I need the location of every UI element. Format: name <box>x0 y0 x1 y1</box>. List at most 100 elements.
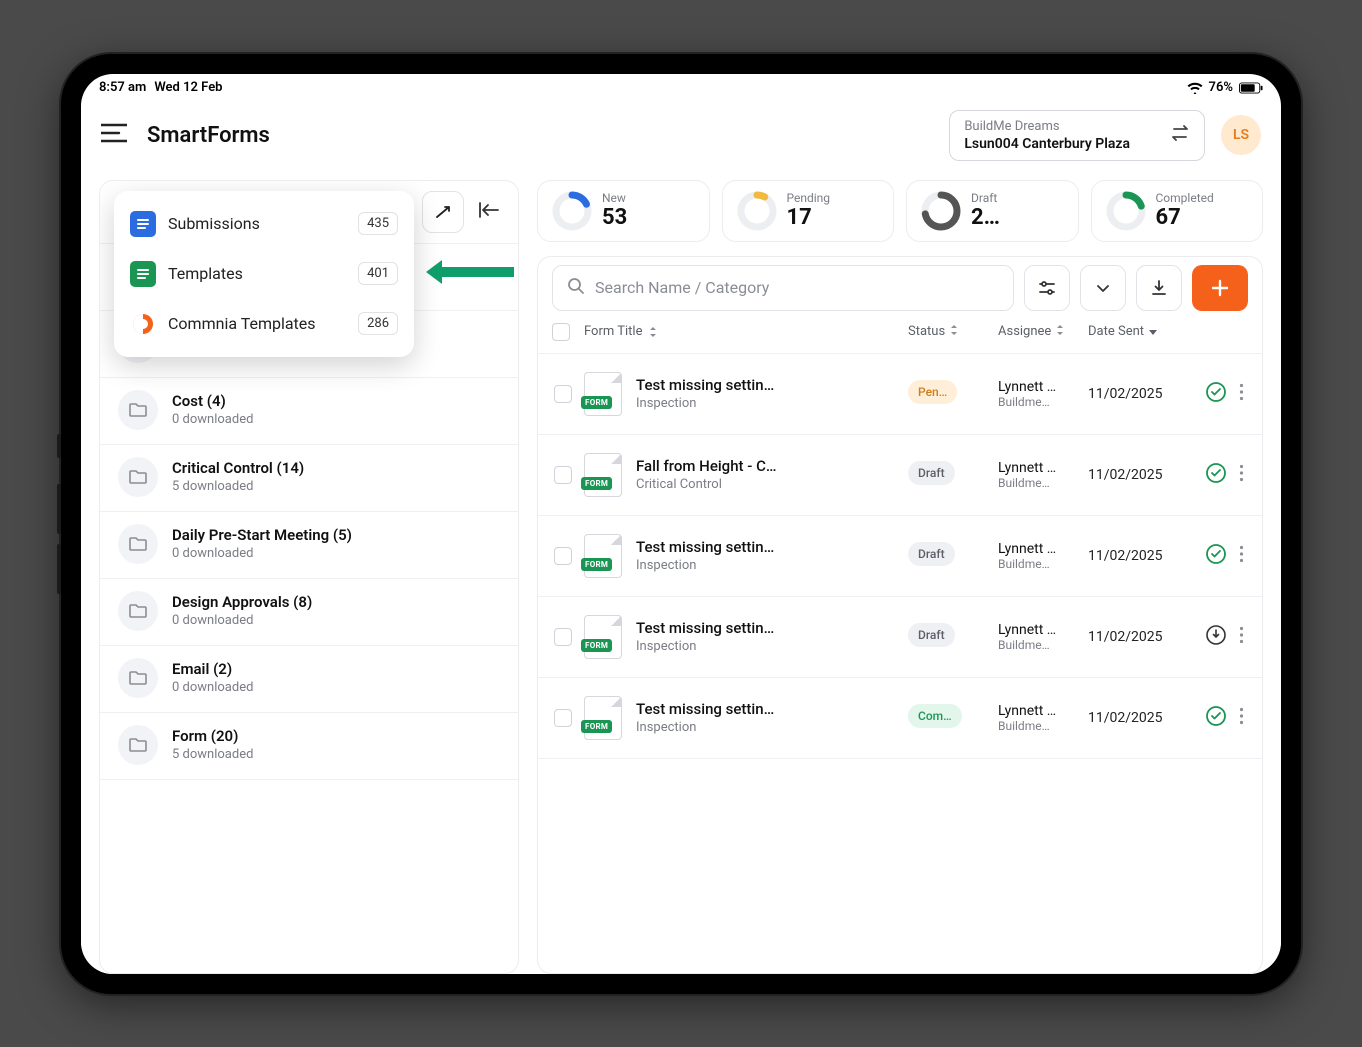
stat-card[interactable]: Pending 17 <box>722 180 895 242</box>
row-title: Test missing settin… <box>636 619 898 637</box>
date-sent: 11/02/2025 <box>1088 710 1178 726</box>
folder-row[interactable]: Critical Control (14) 5 downloaded <box>100 445 518 512</box>
stat-card[interactable]: New 53 <box>537 180 710 242</box>
popover-label: Commnia Templates <box>168 314 346 333</box>
collapse-panel-button[interactable] <box>474 197 504 227</box>
assignee-name: Lynnett … <box>998 541 1078 557</box>
popover-item-templates[interactable]: Templates 401 <box>114 249 414 299</box>
sort-icon <box>1055 324 1065 336</box>
select-all-checkbox[interactable] <box>552 323 570 341</box>
sort-icon <box>949 324 959 336</box>
row-category: Inspection <box>636 639 898 654</box>
project-switcher[interactable]: BuildMe Dreams Lsun004 Canterbury Plaza <box>949 110 1205 161</box>
download-button[interactable] <box>1136 265 1182 311</box>
popover-item-commnia[interactable]: Commnia Templates 286 <box>114 299 414 349</box>
stat-value: 2… <box>971 205 1000 230</box>
stat-value: 17 <box>787 205 831 230</box>
table-row[interactable]: FORM Test missing settin… Inspection Dra… <box>538 516 1262 597</box>
table-row[interactable]: FORM Test missing settin… Inspection Dra… <box>538 597 1262 678</box>
search-input[interactable]: Search Name / Category <box>552 265 1014 311</box>
dropdown-button[interactable] <box>1080 265 1126 311</box>
table-row[interactable]: FORM Test missing settin… Inspection Com… <box>538 678 1262 759</box>
folder-subtitle: 5 downloaded <box>172 747 253 762</box>
popover-label: Templates <box>168 264 346 283</box>
kebab-menu[interactable] <box>1235 460 1248 490</box>
stats-row: New 53 Pending 17 Draft 2… Completed 67 <box>537 180 1263 242</box>
templates-panel: Submissions 435 Templates 401 <box>99 180 519 974</box>
kebab-menu[interactable] <box>1235 622 1248 652</box>
row-checkbox[interactable] <box>554 628 572 646</box>
date-sent: 11/02/2025 <box>1088 467 1178 483</box>
check-circle-icon[interactable] <box>1205 381 1227 407</box>
folder-row[interactable]: Email (2) 0 downloaded <box>100 646 518 713</box>
assignee-org: Buildme… <box>998 557 1078 571</box>
filter-button[interactable] <box>1024 265 1070 311</box>
column-form-title[interactable]: Form Title <box>584 324 898 339</box>
check-circle-icon[interactable] <box>1205 543 1227 569</box>
row-checkbox[interactable] <box>554 547 572 565</box>
column-label: Form Title <box>584 324 642 339</box>
row-category: Inspection <box>636 558 898 573</box>
submissions-icon <box>130 211 156 237</box>
donut-icon <box>1106 191 1146 231</box>
download-row-icon[interactable] <box>1205 624 1227 650</box>
folder-row[interactable]: Daily Pre-Start Meeting (5) 0 downloaded <box>100 512 518 579</box>
sort-button[interactable] <box>422 191 464 233</box>
column-label: Status <box>908 324 945 339</box>
status-time: 8:57 am <box>99 80 146 95</box>
row-checkbox[interactable] <box>554 385 572 403</box>
stat-card[interactable]: Completed 67 <box>1091 180 1264 242</box>
row-title: Fall from Height - C… <box>636 457 898 475</box>
folder-row[interactable]: Cost (4) 0 downloaded <box>100 378 518 445</box>
battery-icon <box>1239 82 1263 94</box>
donut-icon <box>737 191 777 231</box>
folder-row[interactable]: Form (20) 5 downloaded <box>100 713 518 780</box>
swap-icon <box>1170 124 1190 146</box>
donut-icon <box>552 191 592 231</box>
popover-label: Submissions <box>168 214 346 233</box>
project-org: BuildMe Dreams <box>964 119 1130 134</box>
kebab-menu[interactable] <box>1235 379 1248 409</box>
search-icon <box>567 277 585 299</box>
check-circle-icon[interactable] <box>1205 705 1227 731</box>
avatar[interactable]: LS <box>1221 115 1261 155</box>
popover-item-submissions[interactable]: Submissions 435 <box>114 199 414 249</box>
table-row[interactable]: FORM Fall from Height - C… Critical Cont… <box>538 435 1262 516</box>
add-button[interactable] <box>1192 265 1248 311</box>
column-assignee[interactable]: Assignee <box>998 324 1078 339</box>
assignee-name: Lynnett … <box>998 460 1078 476</box>
stat-label: Completed <box>1156 191 1214 205</box>
folder-icon <box>118 524 158 564</box>
sort-desc-icon <box>1148 324 1158 336</box>
page-title: SmartForms <box>147 123 270 148</box>
folder-subtitle: 0 downloaded <box>172 546 352 561</box>
column-status[interactable]: Status <box>908 324 988 339</box>
donut-icon <box>921 191 961 231</box>
folder-row[interactable]: Design Approvals (8) 0 downloaded <box>100 579 518 646</box>
table-row[interactable]: FORM Test missing settin… Inspection Pen… <box>538 354 1262 435</box>
row-category: Critical Control <box>636 477 898 492</box>
row-checkbox[interactable] <box>554 466 572 484</box>
assignee-org: Buildme… <box>998 476 1078 490</box>
commnia-icon <box>130 311 156 337</box>
table-header: Form Title Status Assignee <box>538 311 1262 354</box>
folder-icon <box>118 457 158 497</box>
stat-label: Draft <box>971 191 1000 205</box>
popover-count: 435 <box>358 212 398 235</box>
menu-button[interactable] <box>101 123 127 147</box>
row-checkbox[interactable] <box>554 709 572 727</box>
row-category: Inspection <box>636 396 898 411</box>
assignee-name: Lynnett … <box>998 703 1078 719</box>
column-label: Assignee <box>998 324 1051 339</box>
form-doc-icon: FORM <box>584 696 626 740</box>
column-date-sent[interactable]: Date Sent <box>1088 324 1178 339</box>
form-doc-icon: FORM <box>584 453 626 497</box>
folder-name: Email (2) <box>172 660 253 678</box>
row-title: Test missing settin… <box>636 376 898 394</box>
kebab-menu[interactable] <box>1235 541 1248 571</box>
stat-card[interactable]: Draft 2… <box>906 180 1079 242</box>
app-header: SmartForms BuildMe Dreams Lsun004 Canter… <box>81 102 1281 170</box>
folder-icon <box>118 390 158 430</box>
check-circle-icon[interactable] <box>1205 462 1227 488</box>
kebab-menu[interactable] <box>1235 703 1248 733</box>
